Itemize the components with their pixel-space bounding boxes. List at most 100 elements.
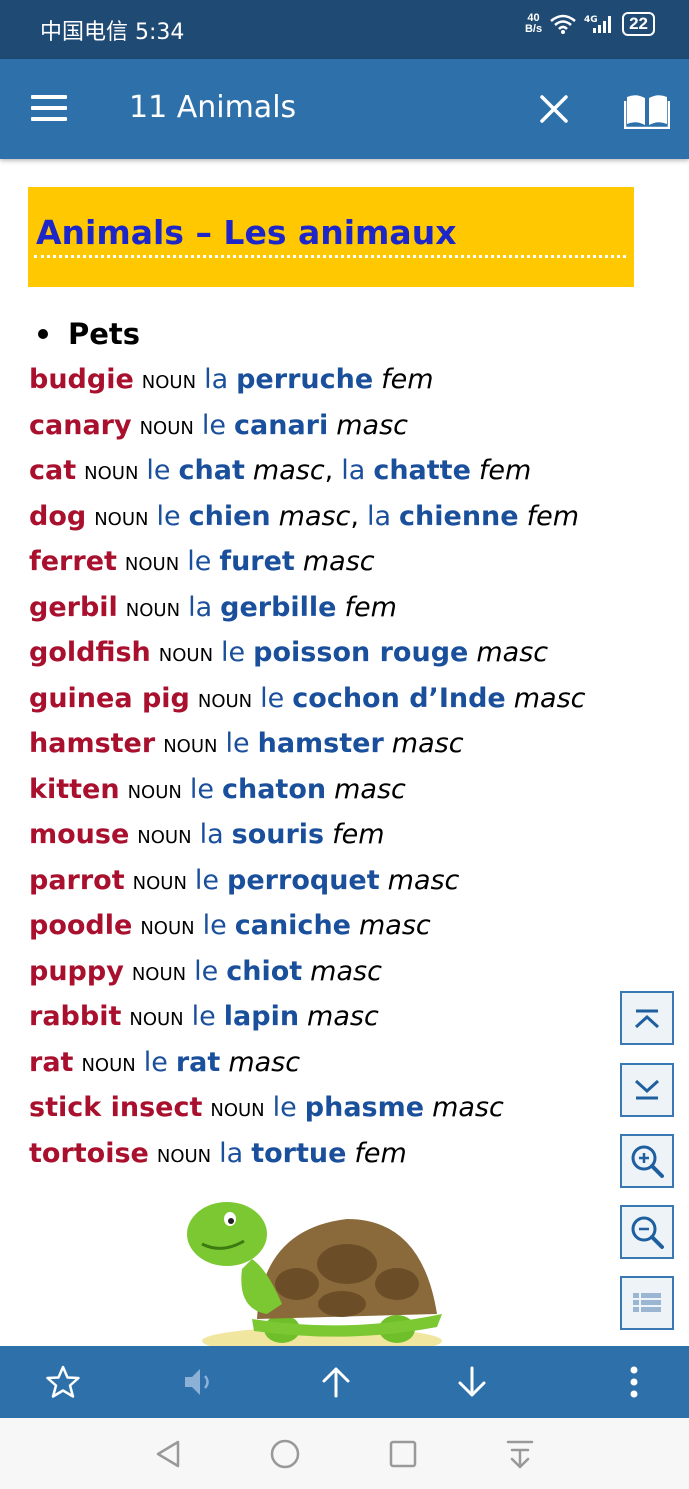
app-bar: 11 Animals [0, 59, 689, 159]
part-of-speech: NOUN [127, 781, 182, 803]
part-of-speech: NOUN [140, 918, 195, 939]
back-icon[interactable] [148, 1436, 188, 1472]
french-article: le [156, 500, 181, 532]
list-item: gerbil NOUN la gerbille fem [29, 585, 586, 631]
recents-icon[interactable] [383, 1436, 423, 1472]
zoom-out-icon [631, 1216, 664, 1249]
zoom-out-button[interactable] [620, 1205, 674, 1259]
gender-label: fem [354, 1137, 407, 1169]
french-term[interactable]: tortue [251, 1138, 346, 1169]
gender-label: masc [476, 637, 549, 668]
gender-label: fem [526, 500, 580, 532]
separator: , [350, 500, 359, 532]
english-term[interactable]: goldfish [29, 637, 151, 668]
gender-label: masc [358, 910, 431, 941]
list-item: mouse NOUN la souris fem [29, 812, 586, 858]
french-article: le [191, 1001, 216, 1032]
french-article: la [199, 819, 224, 850]
part-of-speech: NOUN [158, 645, 214, 666]
list-button[interactable] [620, 1276, 674, 1330]
speak-button[interactable] [164, 1346, 234, 1418]
previous-entry-button[interactable] [301, 1346, 371, 1418]
dictionary-content: Animals – Les animaux Pets budgie NOUN la p… [0, 159, 689, 1346]
english-term[interactable]: rat [29, 1047, 73, 1078]
part-of-speech: NOUN [163, 736, 218, 757]
french-term[interactable]: chaton [222, 774, 326, 805]
list-item: hamster NOUN le hamster masc [29, 721, 586, 767]
french-term[interactable]: lapin [224, 1001, 299, 1032]
english-term[interactable]: poodle [29, 910, 132, 941]
english-term[interactable]: mouse [29, 819, 129, 850]
french-term[interactable]: hamster [258, 728, 384, 759]
french-article: le [189, 773, 214, 805]
list-item: cat NOUN le chat masc, la chatte fem [29, 448, 586, 494]
french-article: la [219, 1137, 244, 1169]
french-term[interactable]: perroquet [227, 865, 380, 896]
french-term[interactable]: poisson rouge [253, 637, 468, 668]
french-term[interactable]: furet [219, 546, 295, 577]
gender-label: masc [387, 864, 460, 896]
carrier-time: 中国电信 5:34 [40, 20, 185, 45]
bullet-icon [38, 329, 48, 339]
french-term[interactable]: canari [234, 410, 328, 441]
star-icon [46, 1365, 80, 1398]
more-options-button[interactable] [599, 1346, 669, 1418]
french-article: la [204, 364, 229, 395]
english-term[interactable]: parrot [29, 865, 125, 896]
heading-underline [34, 255, 626, 258]
part-of-speech: NOUN [141, 372, 197, 393]
french-term[interactable]: chat [179, 455, 245, 486]
menu-icon[interactable] [31, 95, 67, 123]
english-term[interactable]: kitten [29, 774, 120, 805]
french-term[interactable]: chiot [226, 956, 302, 987]
french-term[interactable]: perruche [236, 364, 373, 395]
french-article: le [143, 1046, 168, 1078]
french-term[interactable]: chien [189, 501, 271, 532]
french-term[interactable]: phasme [305, 1092, 424, 1123]
close-icon[interactable] [536, 91, 572, 127]
system-nav-bar [0, 1418, 689, 1489]
english-term[interactable]: cat [29, 455, 76, 486]
english-term[interactable]: tortoise [29, 1138, 149, 1169]
english-term[interactable]: ferret [29, 546, 117, 577]
french-term[interactable]: chatte [373, 455, 471, 486]
french-term[interactable]: souris [232, 819, 324, 850]
english-term[interactable]: stick insect [29, 1092, 202, 1123]
french-term[interactable]: cochon d’Inde [292, 683, 505, 714]
gender-label: masc [252, 455, 325, 486]
scroll-top-button[interactable] [620, 991, 674, 1045]
notification-icon[interactable] [500, 1436, 540, 1472]
part-of-speech: NOUN [125, 599, 181, 621]
page-title: 11 Animals [129, 90, 297, 125]
gender-label: masc [228, 1046, 301, 1078]
gender-label: fem [344, 591, 397, 623]
french-term[interactable]: rat [176, 1047, 220, 1078]
status-icons: 40 B/s 4G 22 [525, 12, 655, 36]
list-item: stick insect NOUN le phasme masc [29, 1085, 586, 1131]
signal-icon: 4G [584, 15, 612, 33]
english-term[interactable]: guinea pig [29, 683, 190, 714]
zoom-in-button[interactable] [620, 1134, 674, 1188]
french-article: le [187, 546, 212, 577]
list-item: goldfish NOUN le poisson rouge masc [29, 630, 586, 676]
book-icon[interactable] [624, 89, 670, 129]
status-bar: 中国电信 5:34 40 B/s 4G 22 [0, 0, 689, 59]
list-item: kitten NOUN le chaton masc [29, 767, 586, 813]
scroll-bottom-icon [634, 1079, 660, 1100]
scroll-bottom-button[interactable] [620, 1063, 674, 1117]
next-entry-button[interactable] [437, 1346, 507, 1418]
home-icon[interactable] [265, 1436, 305, 1472]
favorite-button[interactable] [28, 1346, 98, 1418]
english-term[interactable]: hamster [29, 728, 155, 759]
french-term[interactable]: chienne [399, 501, 519, 532]
list-item: guinea pig NOUN le cochon d’Inde masc [29, 676, 586, 722]
english-term[interactable]: budgie [29, 364, 134, 395]
english-term[interactable]: dog [29, 501, 86, 532]
english-term[interactable]: puppy [29, 956, 124, 987]
list-item: tortoise NOUN la tortue fem [29, 1131, 586, 1177]
english-term[interactable]: canary [29, 410, 132, 441]
french-term[interactable]: caniche [235, 910, 351, 941]
english-term[interactable]: gerbil [29, 592, 118, 623]
french-term[interactable]: gerbille [220, 592, 336, 623]
english-term[interactable]: rabbit [29, 1001, 121, 1032]
